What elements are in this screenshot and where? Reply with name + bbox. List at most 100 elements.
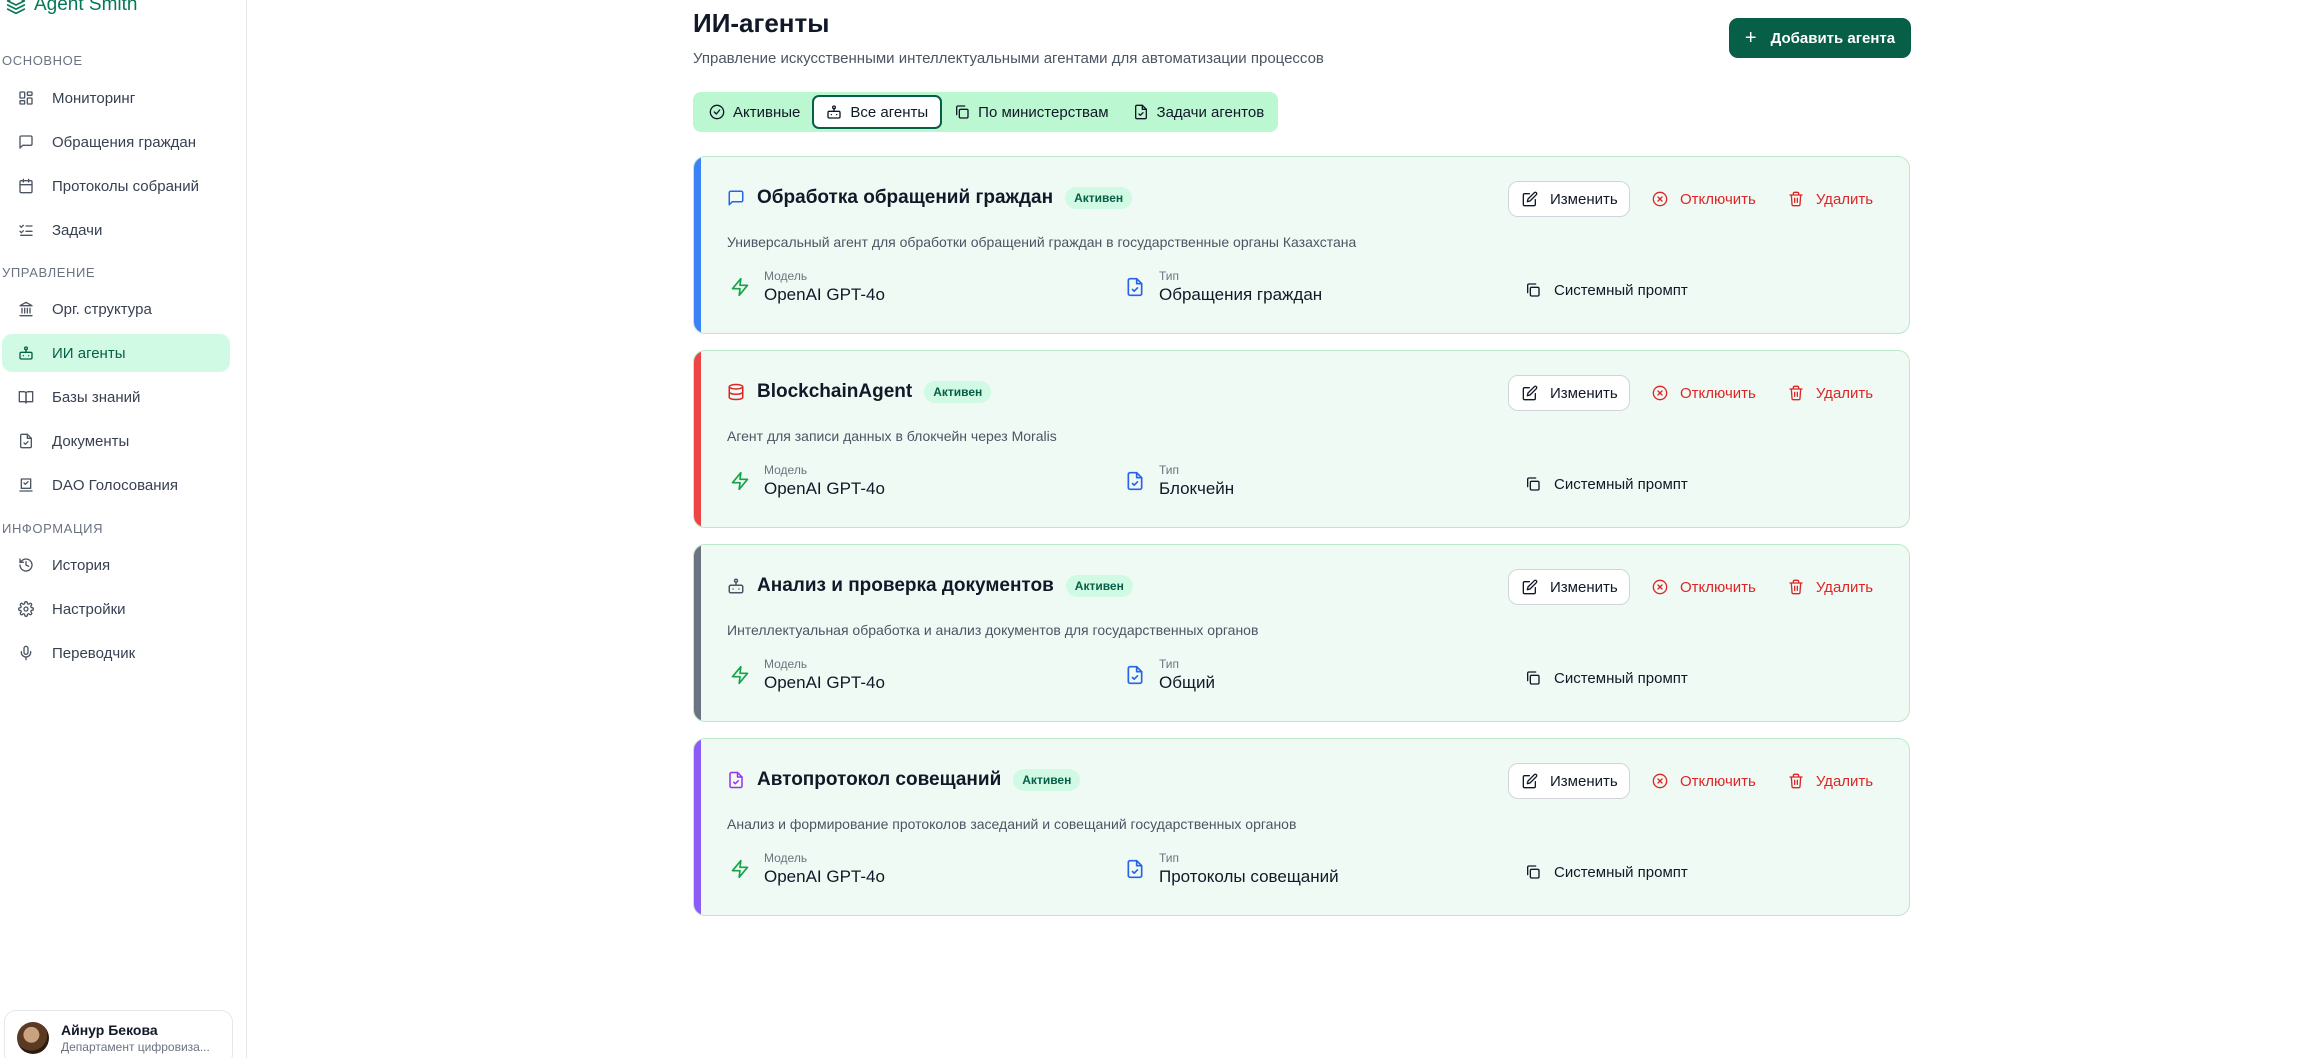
type-value: Обращения граждан bbox=[1159, 285, 1323, 304]
model-label: Модель bbox=[764, 463, 808, 477]
section-label-management: Управление bbox=[2, 265, 96, 280]
type-label: Тип bbox=[1159, 657, 1180, 671]
avatar bbox=[17, 1022, 49, 1054]
x-circle-icon bbox=[1652, 579, 1668, 595]
agent-title: Обработка обращений граждан bbox=[757, 187, 1054, 208]
agent-title: Автопротокол совещаний bbox=[757, 769, 1002, 790]
agent-card: Анализ и проверка документов Активен Инт… bbox=[693, 544, 1910, 722]
x-circle-icon bbox=[1652, 773, 1668, 789]
delete-button[interactable]: Удалить bbox=[1788, 569, 1873, 605]
system-prompt-label: Системный промпт bbox=[1554, 281, 1688, 299]
sidebar-item-org-structure[interactable]: Орг. структура bbox=[2, 290, 230, 328]
system-prompt-button[interactable]: Системный промпт bbox=[1525, 857, 1688, 887]
user-department: Департамент цифровиза... bbox=[61, 1040, 210, 1054]
disable-button[interactable]: Отключить bbox=[1652, 569, 1756, 605]
system-prompt-button[interactable]: Системный промпт bbox=[1525, 663, 1688, 693]
tab-label: Активные bbox=[733, 103, 801, 121]
card-accent bbox=[694, 545, 701, 721]
check-circle-icon bbox=[709, 104, 725, 120]
tab-label: Все агенты bbox=[850, 103, 929, 121]
type-info: Тип Обращения граждан bbox=[1125, 269, 1322, 305]
disable-button[interactable]: Отключить bbox=[1652, 181, 1756, 217]
model-info: Модель OpenAI GPT-4o bbox=[730, 851, 885, 887]
edit-button[interactable]: Изменить bbox=[1508, 375, 1630, 411]
sidebar-item-tasks[interactable]: Задачи bbox=[2, 211, 230, 249]
file-check-icon bbox=[1127, 471, 1143, 491]
sidebar-item-documents[interactable]: Документы bbox=[2, 422, 230, 460]
sidebar-item-history[interactable]: История bbox=[2, 546, 230, 584]
delete-button[interactable]: Удалить bbox=[1788, 375, 1873, 411]
edit-label: Изменить bbox=[1550, 772, 1618, 790]
sidebar-item-dao-voting[interactable]: DAO Голосования bbox=[2, 466, 230, 504]
tab-all-agents[interactable]: Все агенты bbox=[812, 95, 943, 129]
type-label: Тип bbox=[1159, 463, 1180, 477]
edit-icon bbox=[1522, 385, 1538, 401]
disable-label: Отключить bbox=[1680, 772, 1756, 790]
add-agent-label: Добавить агента bbox=[1770, 29, 1896, 47]
edit-button[interactable]: Изменить bbox=[1508, 569, 1630, 605]
tab-active[interactable]: Активные bbox=[697, 95, 812, 129]
status-badge: Активен bbox=[1013, 769, 1081, 791]
model-info: Модель OpenAI GPT-4o bbox=[730, 269, 885, 305]
gear-icon bbox=[18, 601, 34, 617]
disable-button[interactable]: Отключить bbox=[1652, 375, 1756, 411]
type-value: Общий bbox=[1159, 673, 1215, 692]
status-badge: Активен bbox=[1065, 575, 1133, 597]
trash-icon bbox=[1789, 579, 1803, 595]
sidebar-item-meeting-protocols[interactable]: Протоколы собраний bbox=[2, 167, 230, 205]
add-agent-button[interactable]: + Добавить агента bbox=[1729, 18, 1911, 58]
section-label-information: Информация bbox=[2, 521, 104, 536]
vote-icon bbox=[19, 478, 33, 492]
disable-label: Отключить bbox=[1680, 384, 1756, 402]
sidebar-item-monitoring[interactable]: Мониторинг bbox=[2, 79, 230, 117]
card-actions: Изменить Отключить Удалить bbox=[1508, 569, 1873, 605]
brand-name: Agent Smith bbox=[34, 0, 138, 15]
sidebar-item-knowledge-bases[interactable]: Базы знаний bbox=[2, 378, 230, 416]
model-value: OpenAI GPT-4o bbox=[764, 867, 885, 886]
delete-button[interactable]: Удалить bbox=[1788, 181, 1873, 217]
copy-icon bbox=[1527, 671, 1540, 685]
type-info: Тип Протоколы совещаний bbox=[1125, 851, 1339, 887]
page-title: ИИ-агенты bbox=[693, 8, 830, 38]
user-name: Айнур Бекова bbox=[61, 1022, 158, 1038]
edit-icon bbox=[1522, 579, 1538, 595]
file-check-icon bbox=[1134, 104, 1147, 120]
card-actions: Изменить Отключить Удалить bbox=[1508, 375, 1873, 411]
agent-card: Обработка обращений граждан Активен Унив… bbox=[693, 156, 1910, 334]
sidebar-item-ai-agents[interactable]: ИИ агенты bbox=[2, 334, 230, 372]
edit-label: Изменить bbox=[1550, 190, 1618, 208]
card-header: Обработка обращений граждан Активен bbox=[727, 187, 1133, 209]
zap-icon bbox=[731, 859, 749, 879]
page-subtitle: Управление искусственными интеллектуальн… bbox=[693, 50, 1324, 67]
system-prompt-button[interactable]: Системный промпт bbox=[1525, 275, 1688, 305]
delete-label: Удалить bbox=[1815, 384, 1874, 402]
sidebar-item-translator[interactable]: Переводчик bbox=[2, 634, 230, 672]
sidebar-item-label: Мониторинг bbox=[52, 89, 136, 107]
tab-agent-tasks[interactable]: Задачи агентов bbox=[1121, 95, 1277, 129]
message-icon bbox=[727, 189, 745, 207]
sidebar-item-citizen-appeals[interactable]: Обращения граждан bbox=[2, 123, 230, 161]
database-icon bbox=[727, 383, 745, 401]
edit-button[interactable]: Изменить bbox=[1508, 763, 1630, 799]
system-prompt-button[interactable]: Системный промпт bbox=[1525, 469, 1688, 499]
user-profile-card[interactable]: Айнур Бекова Департамент цифровиза... bbox=[4, 1010, 233, 1058]
type-value: Блокчейн bbox=[1159, 479, 1235, 498]
disable-button[interactable]: Отключить bbox=[1652, 763, 1756, 799]
x-circle-icon bbox=[1652, 385, 1668, 401]
model-label: Модель bbox=[764, 269, 808, 283]
card-header: BlockchainAgent Активен bbox=[727, 381, 992, 403]
sidebar-item-settings[interactable]: Настройки bbox=[2, 590, 230, 628]
zap-icon bbox=[731, 471, 749, 491]
agent-card: Автопротокол совещаний Активен Анализ и … bbox=[693, 738, 1910, 916]
x-circle-icon bbox=[1652, 191, 1668, 207]
delete-button[interactable]: Удалить bbox=[1788, 763, 1873, 799]
tab-label: По министерствам bbox=[978, 103, 1109, 121]
card-header: Анализ и проверка документов Активен bbox=[727, 575, 1133, 597]
sidebar-item-label: Задачи bbox=[52, 221, 103, 239]
system-prompt-label: Системный промпт bbox=[1554, 863, 1688, 881]
tab-by-ministries[interactable]: По министерствам bbox=[942, 95, 1120, 129]
edit-button[interactable]: Изменить bbox=[1508, 181, 1630, 217]
copy-icon bbox=[1527, 865, 1540, 879]
zap-icon bbox=[731, 665, 749, 685]
brand-logo[interactable]: Agent Smith bbox=[6, 0, 138, 16]
